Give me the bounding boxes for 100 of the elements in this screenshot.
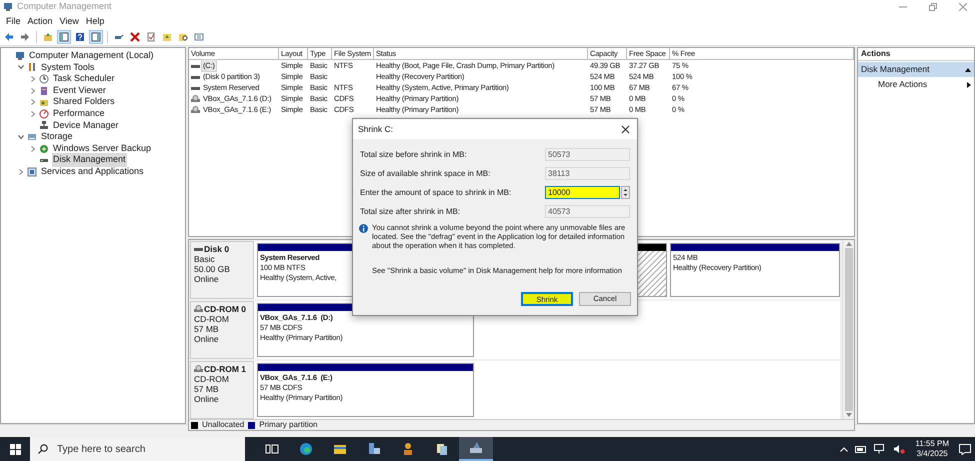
action-pane-icon — [91, 32, 101, 42]
cd-drive-icon — [191, 106, 200, 114]
cd-drive-icon — [191, 94, 200, 103]
tree-item[interactable]: Disk Management — [52, 153, 127, 167]
collapse-triangle-icon[interactable] — [965, 68, 971, 72]
disk-info: Online — [194, 394, 220, 404]
speaker-muted-icon[interactable] — [893, 444, 906, 454]
legend-label: Unallocated — [202, 419, 244, 431]
disk-info: 50.00 GB — [194, 264, 231, 274]
expand-chevron-icon[interactable] — [18, 168, 24, 175]
backup-icon — [39, 144, 49, 154]
readonly-field: 40573 — [545, 205, 630, 218]
action-label: More Actions — [878, 78, 928, 91]
battery-icon[interactable] — [855, 445, 868, 453]
forward-arrow-button[interactable] — [18, 30, 32, 44]
disk-info: CD-ROM — [194, 374, 230, 384]
search-icon — [38, 444, 48, 454]
menu-item[interactable]: Help — [82, 14, 108, 28]
disk-info: Basic — [194, 254, 216, 264]
expand-chevron-icon[interactable] — [30, 99, 36, 106]
toolbox-icon — [27, 62, 37, 72]
clock-icon — [39, 74, 49, 84]
action-section[interactable]: Disk Management — [858, 62, 974, 77]
menu-item[interactable]: Action — [24, 14, 56, 28]
disk-name: CD-ROM 1 — [204, 364, 246, 374]
scroll-thumb[interactable] — [844, 248, 852, 411]
tree-item[interactable]: Device Manager — [52, 118, 120, 132]
folder-search-icon — [178, 32, 188, 42]
help-button[interactable] — [73, 30, 87, 44]
submenu-triangle-icon — [967, 82, 971, 88]
field-label: Enter the amount of space to shrink in MB: — [360, 186, 512, 198]
task-view-icon — [265, 442, 279, 456]
tree-item[interactable]: System Tools — [40, 60, 96, 74]
tree-item[interactable]: Event Viewer — [52, 84, 107, 98]
tree-item[interactable]: Windows Server Backup — [52, 142, 152, 156]
services-icon — [27, 166, 37, 177]
scroll-down-icon[interactable] — [846, 413, 852, 417]
legend-label: Primary partition — [259, 419, 318, 431]
field-label: Total size before shrink in MB: — [360, 148, 467, 160]
restore-icon[interactable] — [929, 3, 937, 11]
tree-item[interactable]: Computer Management (Local) — [28, 49, 155, 63]
disk-info: 57 MB — [194, 384, 220, 394]
close-icon[interactable] — [621, 124, 630, 134]
help-icon — [75, 32, 85, 42]
disk-name: Disk 0 — [204, 244, 230, 254]
forward-arrow-icon — [20, 32, 30, 42]
disk-info: 57 MB — [194, 324, 220, 334]
computer-icon — [3, 2, 13, 12]
connect-icon — [114, 32, 124, 42]
expand-chevron-icon[interactable] — [30, 88, 36, 94]
collapse-chevron-icon[interactable] — [18, 64, 24, 70]
delete-button[interactable] — [128, 30, 142, 44]
gauge-icon — [39, 108, 49, 119]
menu-item[interactable]: File — [3, 14, 24, 28]
search-field[interactable]: Type here to search — [30, 437, 245, 461]
delete-icon — [130, 32, 140, 42]
action-pane-button[interactable] — [89, 30, 103, 44]
back-arrow-icon — [4, 32, 14, 42]
log-icon — [39, 86, 49, 96]
chevron-up-icon[interactable] — [840, 446, 848, 452]
tree-item[interactable]: Shared Folders — [52, 95, 116, 109]
tree-item[interactable]: Services and Applications — [40, 164, 145, 178]
people-icon — [401, 442, 415, 456]
tree-pane-button[interactable] — [57, 30, 71, 44]
pane-title: Actions — [861, 48, 890, 60]
notification-icon[interactable] — [959, 444, 971, 454]
list-icon — [194, 32, 204, 42]
readonly-field: 38113 — [545, 167, 630, 180]
window-title: Computer Management — [17, 0, 112, 14]
device-icon — [39, 120, 49, 130]
tree-item[interactable]: Task Scheduler — [52, 72, 116, 86]
cd-drive-icon — [194, 305, 203, 313]
expand-chevron-icon[interactable] — [30, 146, 36, 152]
tree-item[interactable]: Performance — [52, 107, 106, 121]
storage-icon — [27, 132, 37, 142]
date-text: 3/4/2025 — [916, 449, 948, 459]
collapse-chevron-icon[interactable] — [18, 134, 24, 140]
action-item[interactable]: More Actions — [858, 77, 974, 92]
cd-drive-icon — [194, 365, 203, 373]
field-label: Total size after shrink in MB: — [360, 206, 460, 218]
network-icon[interactable] — [874, 444, 886, 454]
drive-icon — [194, 245, 203, 253]
time-text: 11:55 PM — [915, 439, 949, 449]
number-input[interactable]: 10000 — [545, 186, 620, 199]
folder-up-icon — [43, 32, 53, 42]
scroll-up-icon[interactable] — [846, 242, 852, 246]
menu-item[interactable]: View — [56, 14, 82, 28]
browser-icon — [299, 442, 313, 456]
expand-chevron-icon[interactable] — [30, 76, 36, 82]
windows-logo-icon — [10, 444, 20, 454]
spinner-icon[interactable] — [621, 186, 630, 199]
folder-icon — [333, 442, 347, 456]
disk-info: Online — [194, 334, 220, 344]
disk-info: Online — [194, 274, 220, 284]
expand-chevron-icon[interactable] — [30, 110, 36, 117]
tree-item[interactable]: Storage — [40, 130, 74, 144]
clock[interactable]: 11:55 PM 3/4/2025 — [912, 439, 952, 459]
computer-icon — [15, 50, 25, 61]
scrollbar[interactable] — [842, 240, 854, 419]
properties-icon — [146, 32, 156, 42]
